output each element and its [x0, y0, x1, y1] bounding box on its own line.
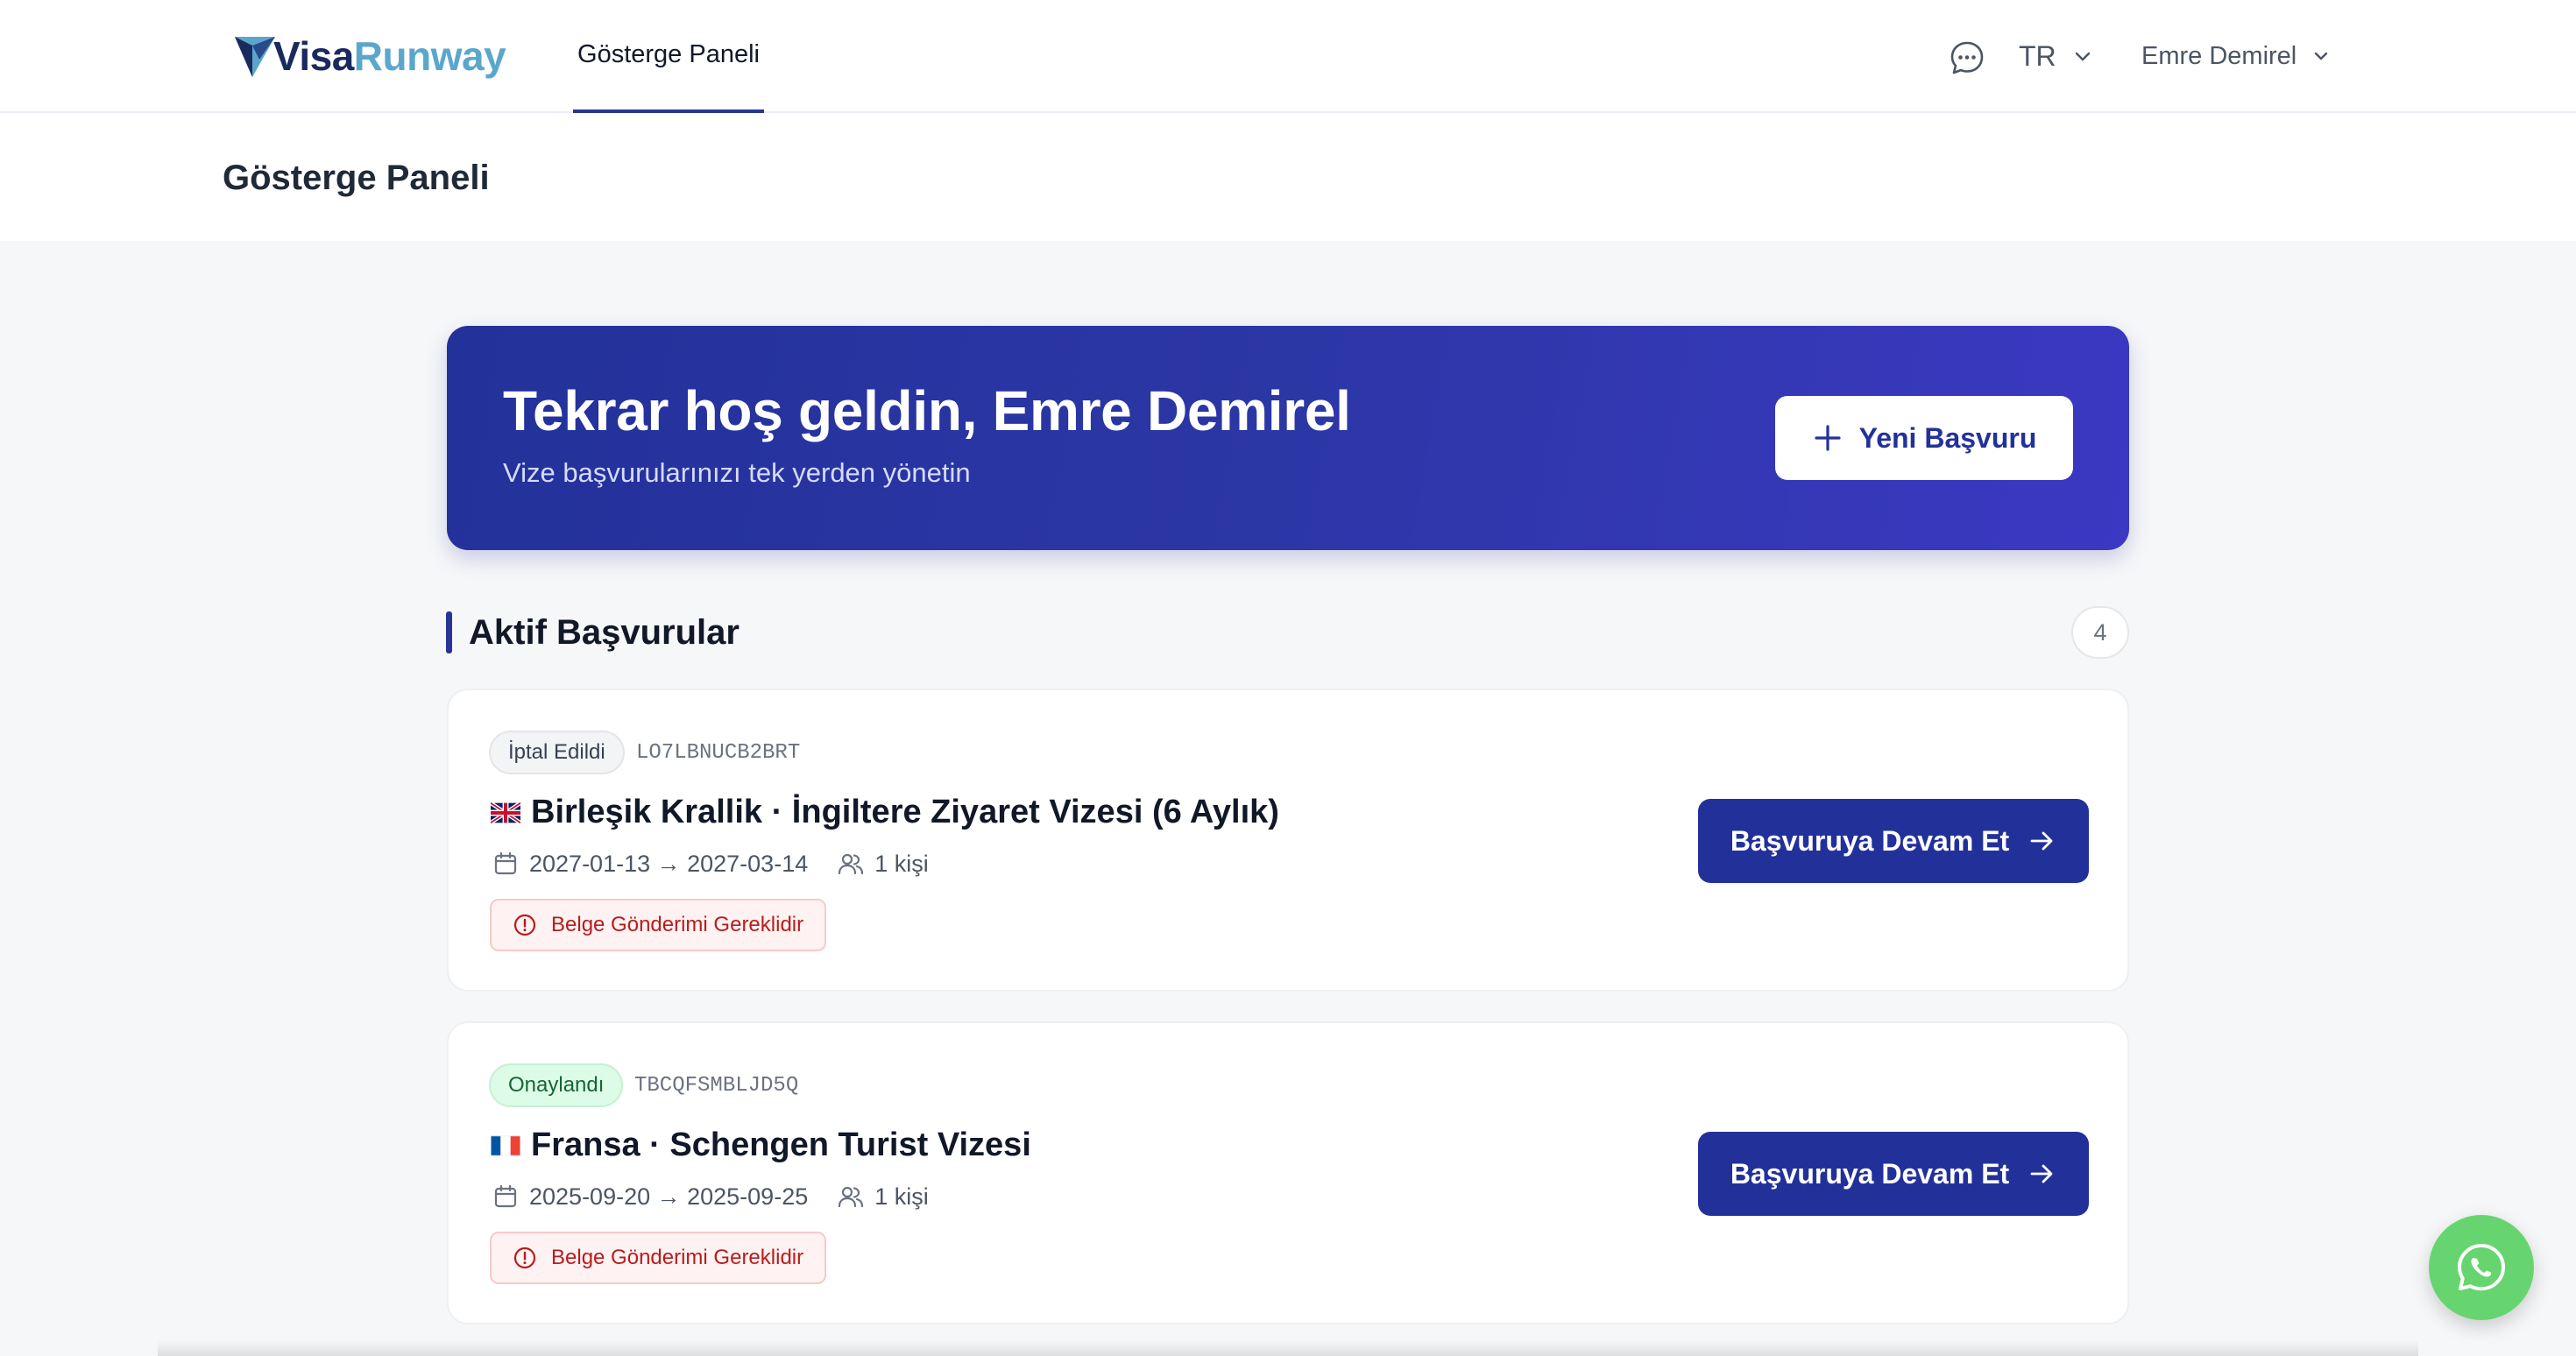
applications-count-badge: 4: [2071, 606, 2129, 659]
status-badge: İptal Edildi: [489, 731, 625, 774]
visarunway-logo[interactable]: VisaRunway: [233, 32, 506, 81]
application-title-text: Fransa · Schengen Turist Vizesi: [531, 1126, 1031, 1163]
logo-mark-icon: [235, 37, 275, 77]
calendar-icon: [494, 1184, 517, 1208]
welcome-subtitle: Vize başvurularınızı tek yerden yönetin: [503, 457, 971, 488]
page-header: Gösterge Paneli: [0, 113, 2576, 241]
france-flag-icon: [491, 1135, 520, 1155]
logo-text-visa: Visa: [273, 33, 354, 79]
chevron-down-icon: [2075, 52, 2090, 61]
application-dates: 2025-09-20 → 2025-09-25: [529, 1183, 809, 1210]
continue-application-button[interactable]: Başvuruya Devam Et: [1698, 1132, 2089, 1216]
whatsapp-button[interactable]: [2429, 1215, 2534, 1320]
document-required-alert: Belge Gönderimi Gereklidir: [490, 899, 827, 951]
plus-icon: [1815, 425, 1841, 451]
arrow-right-icon: [2030, 831, 2053, 851]
uk-flag-icon: [491, 802, 520, 823]
continue-application-button[interactable]: Başvuruya Devam Et: [1698, 799, 2089, 883]
page-title: Gösterge Paneli: [223, 159, 490, 197]
application-people: 1 kişi: [874, 1183, 929, 1210]
application-people: 1 kişi: [874, 850, 929, 877]
status-badge: Onaylandı: [489, 1063, 624, 1107]
whatsapp-icon: [2458, 1244, 2505, 1291]
new-application-button[interactable]: Yeni Başvuru: [1775, 396, 2073, 480]
language-label: TR: [2019, 39, 2056, 72]
chevron-down-icon: [2315, 52, 2328, 60]
application-title: Birleşik Krallik · İngiltere Ziyaret Viz…: [491, 794, 1279, 831]
application-title-text: Birleşik Krallik · İngiltere Ziyaret Viz…: [531, 794, 1279, 830]
document-required-text: Belge Gönderimi Gereklidir: [551, 913, 804, 936]
top-navigation: VisaRunway Gösterge Paneli TR Emre Demir…: [0, 0, 2576, 113]
alert-circle-icon: [513, 914, 536, 936]
new-application-label: Yeni Başvuru: [1858, 421, 2037, 454]
nav-tab-dashboard[interactable]: Gösterge Paneli: [573, 0, 764, 113]
application-title: Fransa · Schengen Turist Vizesi: [491, 1126, 1031, 1164]
application-reference: TBCQFSMBLJD5Q: [634, 1074, 799, 1098]
application-dates: 2027-01-13 → 2027-03-14: [529, 850, 809, 877]
user-menu[interactable]: Emre Demirel: [2141, 37, 2332, 75]
application-card: İptal Edildi LO7LBNUCB2BRT Birleşik Kral…: [447, 689, 2129, 992]
bottom-edge-shadow: [158, 1340, 2418, 1356]
user-name: Emre Demirel: [2141, 41, 2297, 70]
document-required-alert: Belge Gönderimi Gereklidir: [490, 1232, 827, 1284]
document-required-text: Belge Gönderimi Gereklidir: [551, 1246, 804, 1269]
users-icon: [839, 1186, 864, 1208]
section-accent-bar: [446, 611, 452, 653]
application-reference: LO7LBNUCB2BRT: [636, 741, 801, 765]
calendar-icon: [494, 851, 517, 875]
arrow-right-icon: [2030, 1164, 2053, 1183]
continue-application-label: Başvuruya Devam Et: [1730, 1157, 2010, 1190]
application-meta: 2027-01-13 → 2027-03-14 1 kişi: [492, 846, 929, 881]
application-meta: 2025-09-20 → 2025-09-25 1 kişi: [492, 1179, 929, 1214]
welcome-banner: Tekrar hoş geldin, Emre Demirel Vize baş…: [447, 326, 2129, 550]
language-selector[interactable]: TR: [2019, 37, 2093, 75]
chat-bubble-icon[interactable]: [1949, 39, 1985, 76]
application-card: Onaylandı TBCQFSMBLJD5Q Fransa · Schenge…: [447, 1021, 2129, 1324]
continue-application-label: Başvuruya Devam Et: [1730, 824, 2010, 857]
welcome-title: Tekrar hoş geldin, Emre Demirel: [503, 379, 1351, 442]
users-icon: [839, 853, 864, 875]
alert-circle-icon: [513, 1247, 536, 1269]
section-title: Aktif Başvurular: [469, 613, 740, 652]
logo-text-runway: Runway: [353, 33, 506, 79]
